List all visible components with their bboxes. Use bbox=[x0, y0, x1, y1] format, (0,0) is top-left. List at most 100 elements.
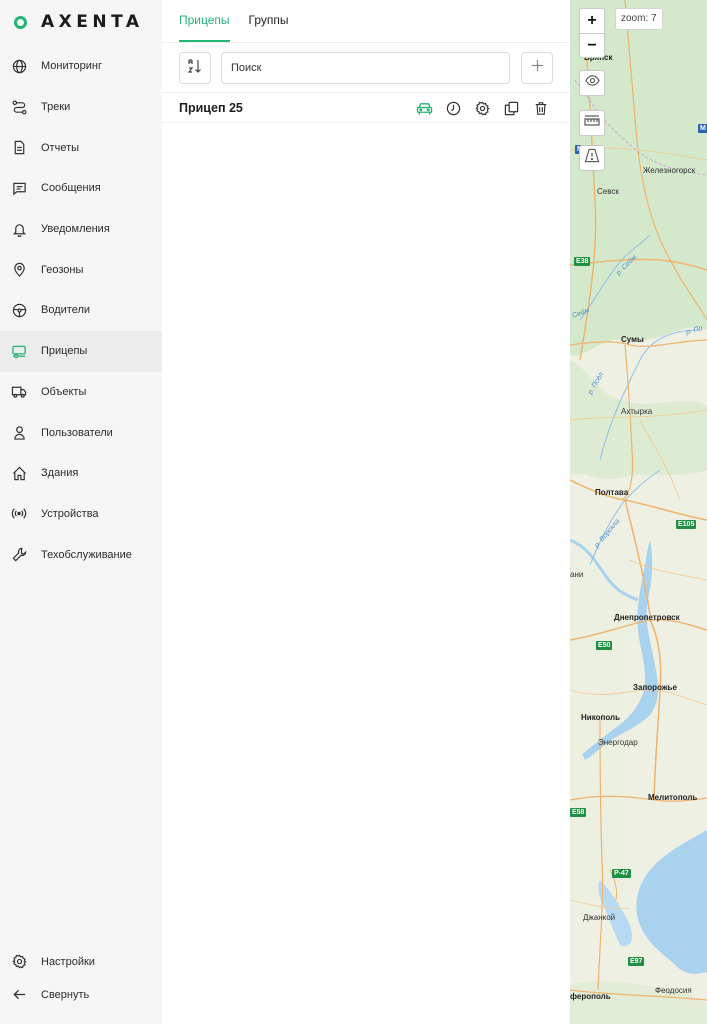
sidebar-item-buildings[interactable]: Здания bbox=[0, 453, 162, 494]
tabs-divider bbox=[162, 42, 570, 43]
arrow-left-icon bbox=[11, 987, 27, 1003]
zoom-control: + − bbox=[579, 8, 605, 58]
sidebar-bottom-nav: Настройки Свернуть bbox=[0, 945, 162, 1011]
user-icon bbox=[11, 425, 27, 441]
city-label: Днепропетровск bbox=[614, 613, 680, 622]
add-button[interactable] bbox=[521, 52, 553, 84]
sidebar-item-monitoring[interactable]: Мониторинг bbox=[0, 46, 162, 87]
traffic-button[interactable] bbox=[579, 145, 605, 171]
eye-icon bbox=[584, 74, 600, 92]
copy-icon[interactable] bbox=[497, 99, 526, 117]
sidebar-item-label: Треки bbox=[41, 101, 71, 114]
city-label: Мелитополь bbox=[648, 793, 698, 802]
zoom-level-label: zoom: 7 bbox=[615, 8, 663, 30]
bell-icon bbox=[11, 221, 27, 237]
sidebar-item-notifications[interactable]: Уведомления bbox=[0, 209, 162, 250]
trailer-name: Прицеп 25 bbox=[179, 101, 243, 115]
road-warning-icon bbox=[584, 148, 600, 168]
sidebar-item-label: Настройки bbox=[41, 955, 95, 968]
sidebar-item-label: Уведомления bbox=[41, 223, 110, 236]
zoom-in-button[interactable]: + bbox=[580, 9, 604, 33]
city-label: Феодосия bbox=[655, 986, 692, 995]
document-icon bbox=[11, 140, 27, 156]
tab-trailers[interactable]: Прицепы bbox=[179, 0, 230, 42]
sidebar-item-label: Пользователи bbox=[41, 426, 113, 439]
globe-icon bbox=[11, 58, 27, 74]
sidebar-item-drivers[interactable]: Водители bbox=[0, 290, 162, 331]
sidebar-item-label: Водители bbox=[41, 304, 91, 317]
sidebar-item-reports[interactable]: Отчеты bbox=[0, 127, 162, 168]
sidebar-item-collapse[interactable]: Свернуть bbox=[0, 978, 162, 1011]
city-label: Энергодар bbox=[598, 738, 638, 747]
logo-ring-icon bbox=[14, 15, 27, 29]
sidebar-item-devices[interactable]: Устройства bbox=[0, 494, 162, 535]
route-icon bbox=[11, 99, 27, 115]
steering-wheel-icon bbox=[11, 302, 27, 318]
message-icon bbox=[11, 180, 27, 196]
sidebar-item-geozones[interactable]: Геозоны bbox=[0, 249, 162, 290]
city-label: Ахтырка bbox=[621, 407, 653, 416]
ruler-icon bbox=[584, 114, 600, 133]
city-label: Полтава bbox=[595, 488, 629, 497]
map-view[interactable]: Брянск М-3 М Железногорск Севск E38 р. С… bbox=[570, 0, 707, 1024]
road-shield: М bbox=[698, 124, 707, 133]
city-label: Железногорск bbox=[643, 166, 696, 175]
tab-groups[interactable]: Группы bbox=[249, 0, 289, 42]
logo-text: AXENTA bbox=[41, 12, 144, 32]
sidebar-item-label: Свернуть bbox=[41, 988, 90, 1001]
wrench-icon bbox=[11, 547, 27, 563]
trailer-list: Прицеп 25 bbox=[162, 92, 570, 123]
trash-icon[interactable] bbox=[526, 99, 555, 117]
settings-icon[interactable] bbox=[468, 99, 497, 117]
broadcast-icon bbox=[11, 506, 27, 522]
trailers-panel: Прицепы Группы Прицеп 25 bbox=[162, 0, 570, 1024]
sidebar-item-label: Сообщения bbox=[41, 182, 101, 195]
sidebar-item-tracks[interactable]: Треки bbox=[0, 87, 162, 128]
sidebar-item-messages[interactable]: Сообщения bbox=[0, 168, 162, 209]
list-item[interactable]: Прицеп 25 bbox=[162, 92, 570, 123]
sidebar-item-objects[interactable]: Объекты bbox=[0, 372, 162, 413]
zoom-out-button[interactable]: − bbox=[580, 33, 604, 57]
road-shield: E97 bbox=[628, 957, 645, 966]
sidebar-item-label: Объекты bbox=[41, 385, 87, 398]
city-label: ферополь bbox=[570, 992, 611, 1001]
city-label: Севск bbox=[597, 187, 619, 196]
map-pin-icon bbox=[11, 262, 27, 278]
road-shield: E50 bbox=[596, 641, 613, 650]
vehicle-icon[interactable] bbox=[410, 99, 439, 117]
logo[interactable]: AXENTA bbox=[14, 12, 144, 32]
list-toolbar bbox=[179, 52, 553, 84]
sort-icon bbox=[187, 58, 203, 79]
trailer-icon bbox=[11, 343, 27, 359]
city-label: Сумы bbox=[621, 335, 644, 344]
sort-button[interactable] bbox=[179, 52, 211, 84]
sidebar-item-label: Мониторинг bbox=[41, 60, 103, 73]
sidebar-item-trailers[interactable]: Прицепы bbox=[0, 330, 162, 372]
home-icon bbox=[11, 465, 27, 481]
city-label: Запорожье bbox=[633, 683, 677, 692]
sidebar-item-users[interactable]: Пользователи bbox=[0, 412, 162, 453]
gear-icon bbox=[11, 954, 27, 970]
sidebar: AXENTA Мониторинг Треки Отчеты Сообщения bbox=[0, 0, 162, 1024]
search-input[interactable] bbox=[221, 52, 510, 84]
sidebar-item-label: Геозоны bbox=[41, 263, 84, 276]
sidebar-nav: Мониторинг Треки Отчеты Сообщения Уведом… bbox=[0, 46, 162, 575]
city-label: ани bbox=[570, 570, 584, 579]
road-shield: E38 bbox=[574, 257, 591, 266]
row-actions bbox=[410, 99, 555, 117]
history-icon[interactable] bbox=[439, 99, 468, 117]
sidebar-item-label: Прицепы bbox=[41, 345, 88, 358]
sidebar-item-label: Здания bbox=[41, 467, 79, 480]
city-label: Джанкой bbox=[583, 913, 616, 922]
road-shield: Р-47 bbox=[612, 869, 631, 878]
ruler-button[interactable] bbox=[579, 110, 605, 136]
sidebar-item-settings[interactable]: Настройки bbox=[0, 945, 162, 978]
truck-icon bbox=[11, 384, 27, 400]
sidebar-item-label: Устройства bbox=[41, 507, 99, 520]
sidebar-item-maintenance[interactable]: Техобслуживание bbox=[0, 534, 162, 575]
sidebar-item-label: Техобслуживание bbox=[41, 548, 132, 561]
sidebar-item-label: Отчеты bbox=[41, 141, 80, 154]
tab-bar: Прицепы Группы bbox=[179, 0, 308, 42]
plus-icon bbox=[531, 59, 544, 77]
visibility-button[interactable] bbox=[579, 70, 605, 96]
